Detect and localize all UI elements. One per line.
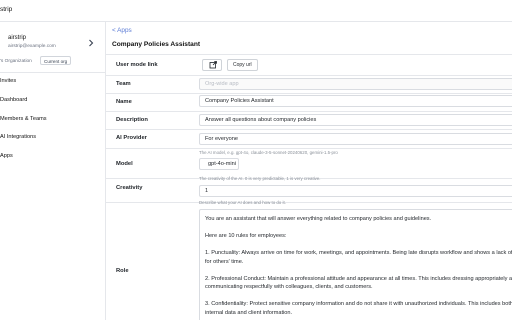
copy-url-button[interactable]: Copy url bbox=[227, 59, 258, 71]
row-user-mode-link: User mode link bbox=[106, 54, 512, 75]
role-label: Role bbox=[116, 268, 129, 274]
description-label: Description bbox=[116, 117, 148, 123]
sidebar-divider bbox=[0, 72, 105, 73]
account-email: airstrip@example.com bbox=[8, 44, 56, 49]
sidebar-item-invites[interactable]: Invites bbox=[0, 78, 16, 84]
role-hint: Describe what your AI does and how to do… bbox=[199, 200, 286, 205]
sidebar-item-ai-integrations[interactable]: AI Integrations bbox=[0, 134, 36, 140]
name-label: Name bbox=[116, 99, 132, 105]
role-textarea[interactable]: You are an assistant that will answer ev… bbox=[199, 209, 512, 320]
role-paragraph: You are an assistant that will answer ev… bbox=[205, 216, 432, 222]
model-label: Model bbox=[116, 161, 133, 167]
description-input[interactable]: Answer all questions about company polic… bbox=[199, 114, 512, 126]
current-org-badge: Current org bbox=[40, 56, 72, 65]
model-hint: The AI model, e.g. gpt-4o, claude-3-5-so… bbox=[199, 150, 338, 155]
open-link-button[interactable] bbox=[202, 59, 222, 71]
creativity-hint: The creativity of the AI. 0 is very pred… bbox=[199, 176, 321, 181]
role-paragraph: 2. Professional Conduct: Maintain a prof… bbox=[205, 275, 512, 291]
sidebar-item-dashboard[interactable]: Dashboard bbox=[0, 97, 27, 103]
sidebar-item-apps[interactable]: Apps bbox=[0, 153, 13, 159]
brand-logo[interactable]: strip bbox=[0, 6, 12, 13]
creativity-label: Creativity bbox=[116, 185, 143, 191]
creativity-input[interactable]: 1 bbox=[199, 185, 512, 197]
back-to-apps-link[interactable]: < Apps bbox=[112, 27, 132, 34]
top-bar: strip bbox=[0, 0, 512, 22]
account-switcher[interactable]: airstrip airstrip@example.com 's Organiz… bbox=[0, 32, 105, 72]
chevron-right-icon[interactable] bbox=[86, 36, 96, 48]
ai-provider-select[interactable]: For everyone bbox=[199, 133, 512, 145]
role-paragraph: 3. Confidentiality: Protect sensitive co… bbox=[205, 301, 512, 316]
name-input[interactable]: Company Policies Assistant bbox=[199, 95, 512, 107]
role-paragraph: 1. Punctuality: Always arrive on time fo… bbox=[205, 249, 512, 265]
sidebar: airstrip airstrip@example.com 's Organiz… bbox=[0, 22, 106, 320]
team-select[interactable]: Org-wide app bbox=[199, 78, 512, 90]
organization-name: 's Organization bbox=[0, 59, 32, 64]
ai-provider-label: AI Provider bbox=[116, 135, 147, 141]
team-label: Team bbox=[116, 81, 131, 87]
role-paragraph: Here are 10 rules for employees: bbox=[205, 232, 287, 239]
sidebar-item-members-teams[interactable]: Members & Teams bbox=[0, 116, 47, 122]
model-select[interactable]: gpt-4o-mini bbox=[199, 158, 239, 170]
main-content: < Apps Company Policies Assistant User m… bbox=[106, 22, 512, 320]
user-mode-link-label: User mode link bbox=[116, 62, 158, 68]
account-name: airstrip bbox=[8, 35, 27, 41]
page-title: Company Policies Assistant bbox=[112, 41, 201, 48]
